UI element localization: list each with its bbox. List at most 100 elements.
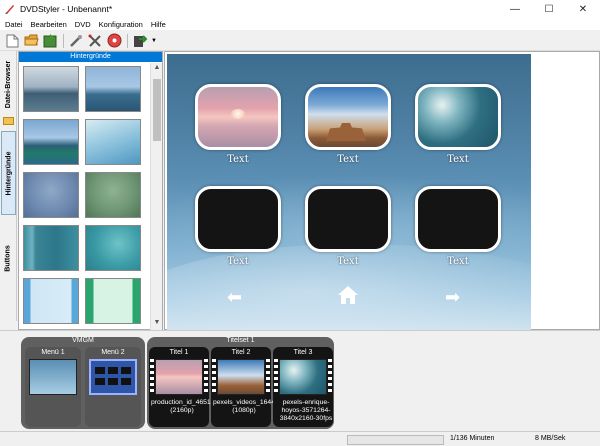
menu-item-2-title: Menü 2 bbox=[101, 349, 125, 356]
folder-icon bbox=[3, 117, 14, 125]
film-strip bbox=[328, 359, 332, 395]
dvdstyler-app-icon bbox=[5, 5, 14, 14]
export-icon bbox=[133, 34, 147, 47]
menu-2-preview-cell bbox=[95, 378, 105, 385]
menu-dvd[interactable]: DVD bbox=[75, 20, 91, 29]
menu-1-thumbnail bbox=[29, 359, 77, 395]
tab-file-browser[interactable]: Datei-Browser bbox=[1, 53, 16, 115]
title-item-1-filename: production_id_4651925 (2160p) bbox=[151, 399, 223, 414]
minimize-button[interactable]: — bbox=[498, 0, 532, 18]
vmgm-title: VMGM bbox=[72, 337, 94, 344]
menu-hilfe[interactable]: Hilfe bbox=[151, 20, 166, 29]
burn-icon bbox=[107, 33, 121, 48]
menu-button-3[interactable] bbox=[415, 84, 501, 150]
film-strip bbox=[266, 359, 270, 395]
title-3-thumbnail bbox=[279, 359, 327, 395]
tab-buttons[interactable]: Buttons bbox=[1, 223, 16, 293]
toolbar: ▼ bbox=[0, 31, 600, 51]
titleset-title: Titelset 1 bbox=[226, 337, 255, 344]
background-thumbnail[interactable] bbox=[23, 119, 79, 165]
title-item-3[interactable]: Titel 3 pexels-enrique-hoyos-3571264-384… bbox=[273, 347, 333, 427]
burn-button[interactable] bbox=[105, 32, 123, 50]
title-item-3-filename: pexels-enrique-hoyos-3571264-3840x2160-3… bbox=[279, 399, 333, 422]
title-item-2[interactable]: Titel 2 pexels_videos_1644693 (1080p) bbox=[211, 347, 286, 427]
menu-button-2-label: Text bbox=[337, 154, 359, 165]
scroll-down-arrow[interactable]: ▼ bbox=[151, 319, 163, 329]
tools-button[interactable] bbox=[86, 32, 104, 50]
menu-item-1[interactable]: Menü 1 bbox=[25, 347, 81, 427]
background-thumbnail[interactable] bbox=[85, 278, 141, 324]
menu-background[interactable]: Text Text Text Text Text Text ⬅ ➡ bbox=[167, 54, 531, 330]
maximize-button[interactable]: ☐ bbox=[532, 0, 566, 18]
menu-2-thumbnail bbox=[89, 359, 137, 395]
title-bar: DVDStyler - Unbenannt* — ☐ ✕ bbox=[0, 0, 600, 18]
menu-bearbeiten[interactable]: Bearbeiten bbox=[31, 20, 67, 29]
home-icon[interactable] bbox=[337, 285, 359, 305]
menu-datei[interactable]: Datei bbox=[5, 20, 23, 29]
title-item-2-label: Titel 2 bbox=[231, 349, 251, 356]
menu-button-2[interactable] bbox=[305, 84, 391, 150]
save-icon bbox=[43, 33, 56, 47]
dropdown-arrow-icon[interactable]: ▼ bbox=[151, 38, 157, 44]
settings-icon bbox=[70, 34, 82, 47]
tab-file-browser-label: Datei-Browser bbox=[5, 60, 12, 108]
background-thumbnail[interactable] bbox=[85, 225, 141, 271]
menu-button-4-label: Text bbox=[227, 256, 249, 267]
menu-button-6[interactable] bbox=[415, 186, 501, 252]
duration-status: 1/136 Minuten bbox=[450, 435, 495, 442]
tab-backgrounds-label: Hintergründe bbox=[5, 151, 13, 195]
arrow-left-icon[interactable]: ⬅ bbox=[227, 288, 242, 306]
menu-button-6-label: Text bbox=[447, 256, 469, 267]
backgrounds-panel: Hintergründe ▲ ▼ bbox=[18, 51, 163, 330]
background-thumbnail[interactable] bbox=[23, 225, 79, 271]
vmgm-group: VMGM Menü 1 Menü 2 bbox=[21, 337, 145, 429]
status-bar: 1/136 Minuten 8 MB/Sek bbox=[0, 431, 600, 446]
scrollbar-thumb[interactable] bbox=[153, 79, 161, 141]
tab-buttons-label: Buttons bbox=[5, 244, 13, 272]
background-thumbnail[interactable] bbox=[85, 172, 141, 218]
menu-konfiguration[interactable]: Konfiguration bbox=[99, 20, 143, 29]
menu-2-preview-cell bbox=[108, 378, 118, 385]
menu-2-preview-cell bbox=[95, 367, 105, 374]
open-button[interactable] bbox=[22, 32, 40, 50]
save-button[interactable] bbox=[41, 32, 59, 50]
new-file-button[interactable] bbox=[3, 32, 21, 50]
background-thumbnail[interactable] bbox=[23, 66, 79, 112]
background-thumbnail[interactable] bbox=[85, 66, 141, 112]
settings-button[interactable] bbox=[67, 32, 85, 50]
disc-usage-progress bbox=[347, 435, 444, 445]
tab-backgrounds[interactable]: Hintergründe bbox=[1, 131, 16, 215]
menu-button-4[interactable] bbox=[195, 186, 281, 252]
menu-button-1[interactable] bbox=[195, 84, 281, 150]
menu-item-1-title: Menü 1 bbox=[41, 349, 65, 356]
menu-button-5[interactable] bbox=[305, 186, 391, 252]
tools-icon bbox=[88, 34, 101, 47]
window-title: DVDStyler - Unbenannt* bbox=[20, 4, 113, 14]
film-strip bbox=[204, 359, 208, 395]
titleset-group: Titelset 1 Titel 1 production_id_4651925… bbox=[147, 337, 334, 429]
film-strip bbox=[212, 359, 216, 395]
bitrate-status: 8 MB/Sek bbox=[535, 435, 566, 442]
background-thumbnail[interactable] bbox=[23, 172, 79, 218]
title-1-thumbnail bbox=[155, 359, 203, 395]
scroll-up-arrow[interactable]: ▲ bbox=[151, 64, 163, 74]
panel-scrollbar[interactable]: ▲ ▼ bbox=[150, 63, 162, 330]
menu-button-3-label: Text bbox=[447, 154, 469, 165]
panel-header: Hintergründe bbox=[19, 52, 162, 62]
toolbar-separator bbox=[127, 33, 128, 48]
thumbnail-grid bbox=[19, 63, 151, 330]
title-item-3-label: Titel 3 bbox=[293, 349, 313, 356]
export-button[interactable] bbox=[131, 32, 149, 50]
title-2-thumbnail bbox=[217, 359, 265, 395]
menu-2-preview-cell bbox=[121, 367, 131, 374]
background-thumbnail[interactable] bbox=[23, 278, 79, 324]
menu-2-preview-cell bbox=[108, 367, 118, 374]
arrow-right-icon[interactable]: ➡ bbox=[445, 288, 460, 306]
title-item-1[interactable]: Titel 1 production_id_4651925 (2160p) bbox=[149, 347, 222, 427]
film-strip bbox=[150, 359, 154, 395]
menu-button-5-label: Text bbox=[337, 256, 359, 267]
menu-item-2[interactable]: Menü 2 bbox=[85, 347, 141, 427]
menu-editor-canvas: Text Text Text Text Text Text ⬅ ➡ bbox=[164, 51, 600, 330]
close-button[interactable]: ✕ bbox=[566, 0, 600, 18]
background-thumbnail[interactable] bbox=[85, 119, 141, 165]
